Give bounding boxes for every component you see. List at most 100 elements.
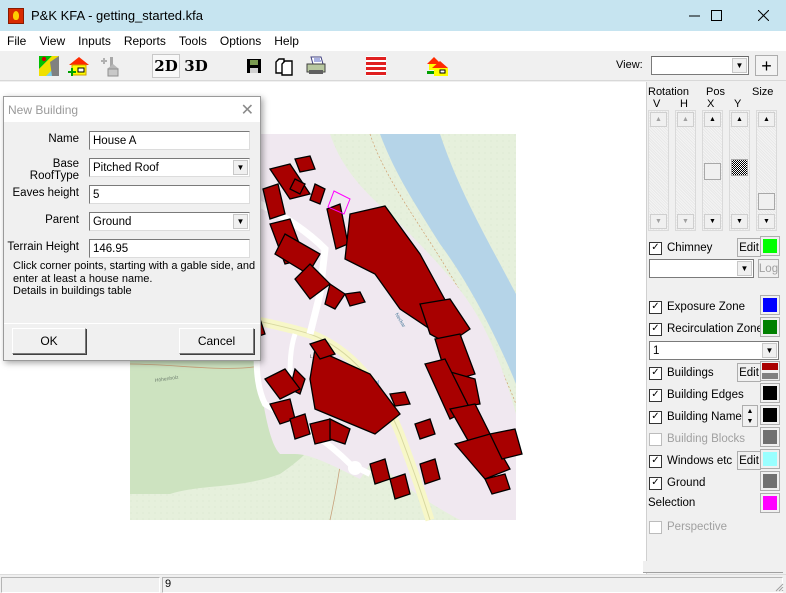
- menu-file[interactable]: File: [0, 34, 32, 48]
- zone-select[interactable]: 1 ▼: [649, 341, 779, 360]
- building-names-color-button[interactable]: [760, 405, 780, 425]
- map-button[interactable]: [36, 54, 62, 78]
- roof-type-select[interactable]: Pitched Roof ▼: [89, 158, 250, 177]
- name-input[interactable]: House A: [89, 131, 250, 150]
- copy-button[interactable]: [272, 54, 296, 78]
- buildings-checkbox[interactable]: ✓: [649, 366, 662, 380]
- pos-x-scrollbar[interactable]: ▲ ▼: [702, 110, 723, 231]
- maximize-button[interactable]: [693, 0, 739, 31]
- scroll-down-icon[interactable]: ▼: [758, 214, 775, 229]
- eaves-height-input[interactable]: 5: [89, 185, 250, 204]
- menu-view[interactable]: View: [32, 34, 71, 48]
- ok-button[interactable]: OK: [12, 328, 86, 354]
- buildings-edit-button[interactable]: Edit: [737, 363, 761, 382]
- name-label: Name: [48, 133, 79, 145]
- chimney-edit-button[interactable]: Edit: [737, 238, 761, 257]
- chimney-checkbox[interactable]: ✓: [649, 241, 662, 255]
- resize-grip-icon[interactable]: [774, 582, 784, 592]
- view-3d-button[interactable]: 3D: [182, 54, 210, 78]
- scroll-up-icon[interactable]: ▲: [704, 112, 721, 127]
- terrain-height-input[interactable]: 146.95: [89, 239, 250, 258]
- add-chimney-button[interactable]: [97, 54, 123, 78]
- cancel-button[interactable]: Cancel: [179, 328, 254, 354]
- windows-edit-button[interactable]: Edit: [737, 451, 761, 470]
- scroll-up-icon[interactable]: ▲: [731, 112, 748, 127]
- status-pane-2: 9: [162, 577, 783, 593]
- ground-checkbox[interactable]: ✓: [649, 476, 662, 490]
- selection-color-button[interactable]: [760, 493, 780, 513]
- pos-x-thumb[interactable]: [704, 163, 721, 180]
- chevron-down-icon[interactable]: ▼: [732, 58, 747, 73]
- spin-up-icon[interactable]: ▲: [747, 408, 754, 415]
- save-button[interactable]: [243, 54, 265, 78]
- close-button[interactable]: [740, 0, 786, 31]
- view-label: View:: [616, 59, 643, 71]
- parent-select[interactable]: Ground ▼: [89, 212, 250, 231]
- building-blocks-color-button[interactable]: [760, 427, 780, 447]
- buildings-toggle[interactable]: ✓ Buildings: [649, 363, 714, 383]
- ground-toggle[interactable]: ✓ Ground: [649, 473, 705, 493]
- add-building-button[interactable]: [66, 54, 92, 78]
- windows-toggle[interactable]: ✓ Windows etc: [649, 451, 732, 471]
- size-thumb[interactable]: [758, 193, 775, 210]
- pos-y-thumb[interactable]: [731, 159, 748, 176]
- scroll-down-icon[interactable]: ▼: [677, 214, 694, 229]
- scroll-up-icon[interactable]: ▲: [650, 112, 667, 127]
- pos-y-scrollbar[interactable]: ▲ ▼: [729, 110, 750, 231]
- recirculation-color-swatch: [763, 320, 777, 334]
- chevron-down-icon[interactable]: ▼: [762, 343, 777, 358]
- building-edges-checkbox[interactable]: ✓: [649, 388, 662, 402]
- add-view-button[interactable]: +: [755, 55, 778, 76]
- view-2d-button[interactable]: 2D: [152, 54, 180, 78]
- exposure-zone-toggle[interactable]: ✓ Exposure Zone: [649, 297, 745, 317]
- ground-color-button[interactable]: [760, 471, 780, 491]
- status-pane-1: [1, 577, 160, 593]
- rotation-h-scrollbar[interactable]: ▲ ▼: [675, 110, 696, 231]
- menu-options[interactable]: Options: [213, 34, 267, 48]
- terrain-height-label: Terrain Height: [7, 241, 79, 253]
- exposure-zone-checkbox[interactable]: ✓: [649, 300, 662, 314]
- spin-down-icon[interactable]: ▼: [747, 418, 754, 425]
- recirculation-zone-checkbox[interactable]: ✓: [649, 322, 662, 336]
- log-button[interactable]: Log: [758, 259, 779, 278]
- chimney-color-button[interactable]: [760, 236, 780, 256]
- building-edges-toggle[interactable]: ✓ Building Edges: [649, 385, 744, 405]
- dialog-close-icon[interactable]: ✕: [241, 100, 254, 120]
- pos-y-label: Y: [734, 98, 742, 110]
- chimney-toggle[interactable]: ✓ Chimney: [649, 238, 712, 258]
- scroll-down-icon[interactable]: ▼: [650, 214, 667, 229]
- building-names-toggle[interactable]: ✓ Building Names: [649, 407, 748, 427]
- menu-tools[interactable]: Tools: [172, 34, 213, 48]
- move-building-button[interactable]: [424, 54, 452, 78]
- windows-checkbox[interactable]: ✓: [649, 454, 662, 468]
- building-names-checkbox[interactable]: ✓: [649, 410, 662, 424]
- rotation-v-scrollbar[interactable]: ▲ ▼: [648, 110, 669, 231]
- dialog-title: New Building: [8, 103, 79, 117]
- status-bar: 9: [0, 574, 786, 593]
- print-button[interactable]: [304, 54, 328, 78]
- building-names-spinner[interactable]: ▲ ▼: [742, 405, 758, 427]
- windows-color-button[interactable]: [760, 449, 780, 469]
- map-icon: [39, 56, 59, 76]
- menu-reports[interactable]: Reports: [117, 34, 172, 48]
- chevron-down-icon[interactable]: ▼: [737, 261, 752, 276]
- recirculation-zone-toggle[interactable]: ✓ Recirculation Zone: [649, 319, 763, 339]
- table-icon: [366, 56, 386, 76]
- menu-help[interactable]: Help: [267, 34, 305, 48]
- add-chimney-icon: [101, 57, 119, 77]
- size-scrollbar[interactable]: ▲ ▼: [756, 110, 777, 231]
- building-edges-color-button[interactable]: [760, 383, 780, 403]
- buildings-color-button[interactable]: [760, 361, 780, 381]
- menu-inputs[interactable]: Inputs: [71, 34, 117, 48]
- scroll-down-icon[interactable]: ▼: [731, 214, 748, 229]
- chimney-select[interactable]: ▼: [649, 259, 754, 278]
- chevron-down-icon[interactable]: ▼: [233, 160, 248, 175]
- scroll-down-icon[interactable]: ▼: [704, 214, 721, 229]
- view-select[interactable]: ▼: [651, 56, 749, 75]
- buildings-table-button[interactable]: [363, 54, 389, 78]
- exposure-color-button[interactable]: [760, 295, 780, 315]
- scroll-up-icon[interactable]: ▲: [758, 112, 775, 127]
- scroll-up-icon[interactable]: ▲: [677, 112, 694, 127]
- chevron-down-icon[interactable]: ▼: [233, 214, 248, 229]
- recirculation-color-button[interactable]: [760, 317, 780, 337]
